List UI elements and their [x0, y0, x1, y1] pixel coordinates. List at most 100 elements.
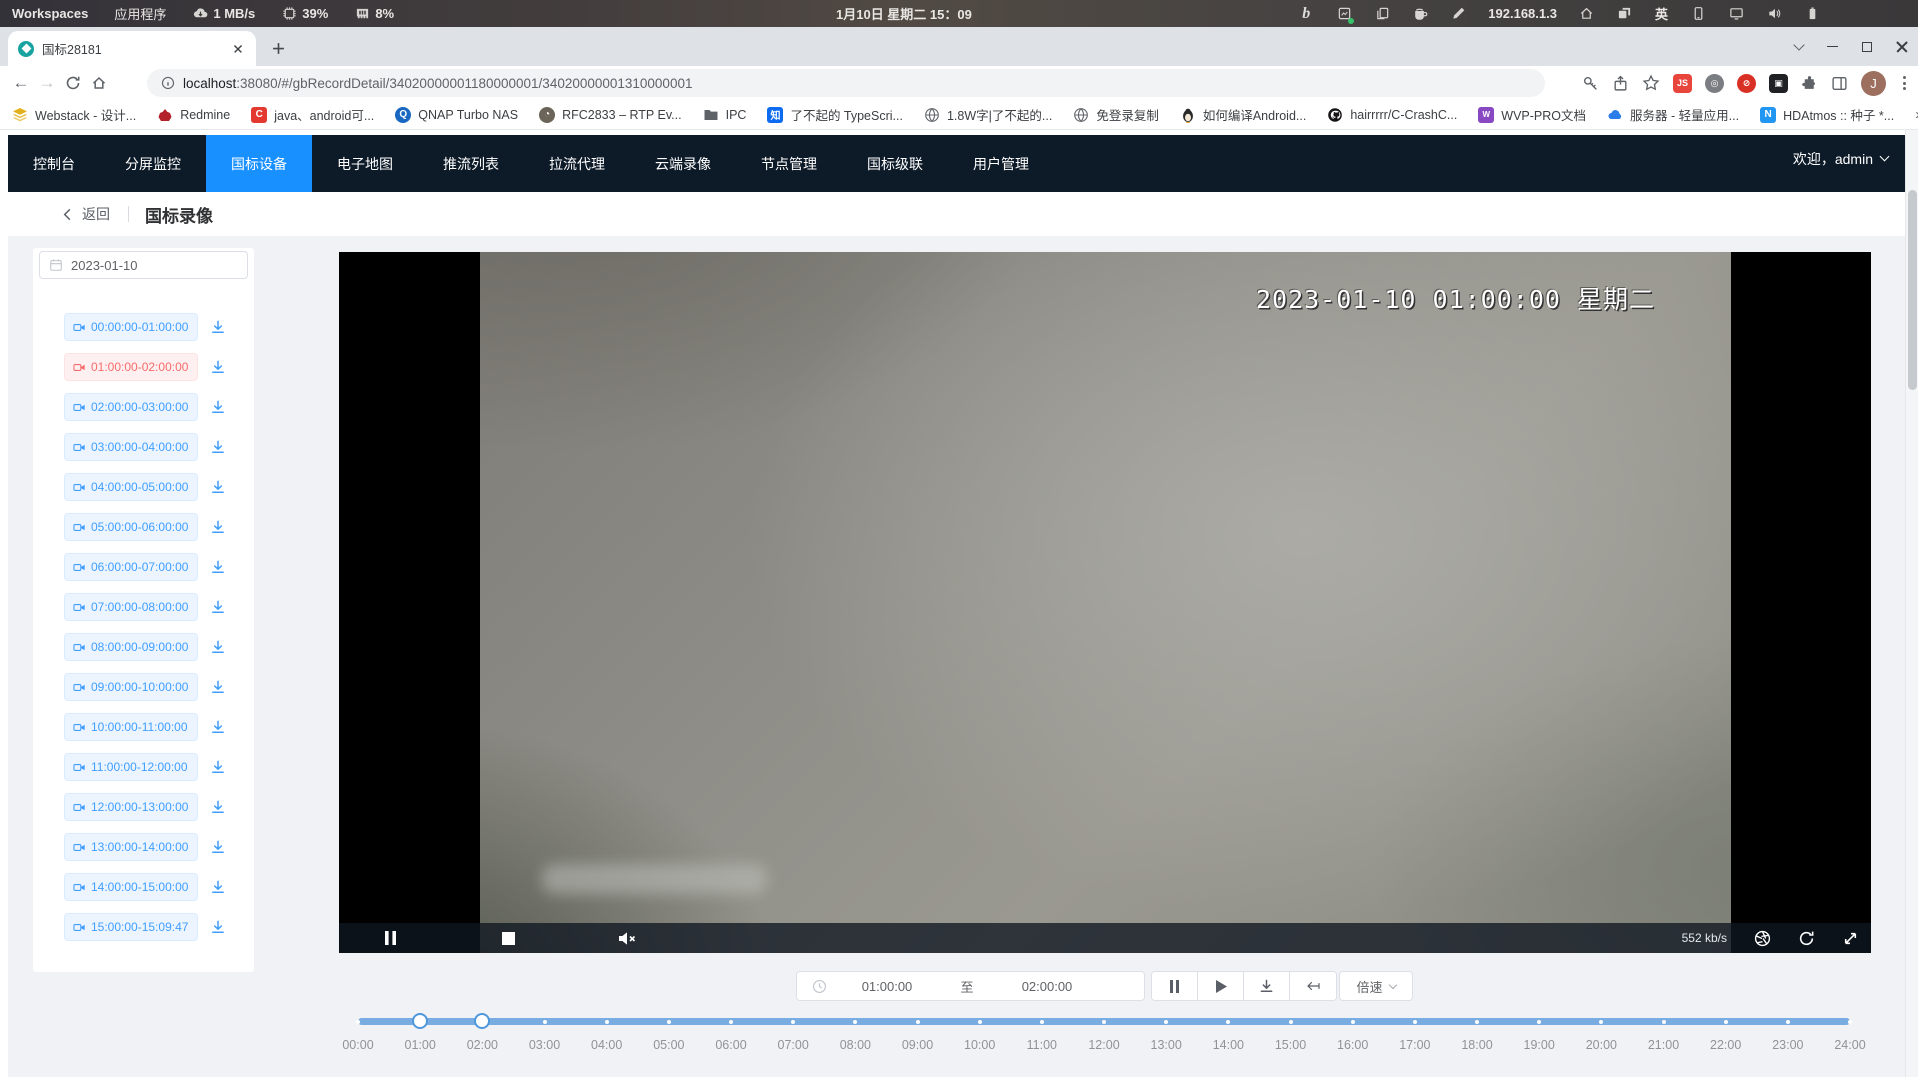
scrollbar-thumb[interactable] [1908, 190, 1917, 390]
bookmark-item[interactable]: WWVP-PRO文档 [1478, 105, 1586, 124]
bookmark-item[interactable]: 如何编译Android... [1180, 105, 1307, 124]
tab-close-icon[interactable] [230, 41, 246, 57]
end-time-value[interactable]: 02:00:00 [987, 979, 1107, 994]
record-download-button[interactable] [209, 798, 227, 816]
bookmark-item[interactable]: 免登录复制 [1073, 105, 1159, 124]
record-download-button[interactable] [209, 598, 227, 616]
record-item[interactable]: 14:00:00-15:00:00 [64, 873, 198, 901]
record-item[interactable]: 00:00:00-01:00:00 [64, 313, 198, 341]
tray-volume-icon[interactable] [1766, 6, 1782, 22]
bookmark-item[interactable]: 服务器 - 轻量应用... [1607, 105, 1739, 124]
extensions-puzzle-icon[interactable] [1801, 75, 1818, 92]
extension-red-icon[interactable]: ⊘ [1737, 74, 1756, 93]
record-item[interactable]: 15:00:00-15:09:47 [64, 913, 198, 941]
nav-tab-6[interactable]: 云端录像 [630, 135, 736, 192]
nav-tab-3[interactable]: 电子地图 [312, 135, 418, 192]
record-download-button[interactable] [209, 398, 227, 416]
window-minimize-button[interactable] [1827, 46, 1838, 47]
nav-tab-7[interactable]: 节点管理 [736, 135, 842, 192]
memory-usage-indicator[interactable]: 8% [354, 6, 394, 22]
nav-tab-4[interactable]: 推流列表 [418, 135, 524, 192]
player-pause-button[interactable] [384, 931, 397, 945]
record-item[interactable]: 03:00:00-04:00:00 [64, 433, 198, 461]
extension-js-icon[interactable]: JS [1673, 74, 1692, 93]
seek-back-button[interactable] [1290, 972, 1336, 1000]
nav-tab-1[interactable]: 分屏监控 [100, 135, 206, 192]
record-download-button[interactable] [209, 478, 227, 496]
record-item[interactable]: 11:00:00-12:00:00 [64, 753, 198, 781]
extension-dark-icon[interactable]: ▣ [1769, 74, 1788, 93]
player-stop-button[interactable] [502, 932, 515, 945]
tab-search-chevron-icon[interactable] [1793, 39, 1804, 50]
browser-menu-button[interactable] [1899, 76, 1910, 90]
record-item[interactable]: 06:00:00-07:00:00 [64, 553, 198, 581]
bookmark-item[interactable]: QQNAP Turbo NAS [395, 107, 518, 123]
record-item[interactable]: 04:00:00-05:00:00 [64, 473, 198, 501]
record-item[interactable]: 12:00:00-13:00:00 [64, 793, 198, 821]
tray-phone-icon[interactable] [1690, 6, 1706, 22]
pause-playback-button[interactable] [1152, 972, 1198, 1000]
record-download-button[interactable] [209, 678, 227, 696]
bookmark-item[interactable]: Redmine [157, 107, 230, 123]
playback-speed-dropdown[interactable]: 倍速 [1339, 971, 1413, 1001]
site-info-icon[interactable] [161, 76, 175, 90]
tray-coffee-icon[interactable] [1412, 6, 1428, 22]
date-picker[interactable]: 2023-01-10 [39, 251, 248, 279]
fullscreen-button[interactable] [1842, 930, 1859, 947]
nav-tab-8[interactable]: 国标级联 [842, 135, 948, 192]
network-speed-indicator[interactable]: 1 MB/s [192, 6, 255, 22]
record-download-button[interactable] [209, 758, 227, 776]
split-window-icon[interactable] [1831, 75, 1848, 92]
record-download-button[interactable] [209, 318, 227, 336]
url-bar[interactable]: localhost:38080/#/gbRecordDetail/3402000… [147, 69, 1545, 97]
profile-avatar[interactable]: J [1861, 71, 1886, 96]
bookmark-item[interactable]: 1.8W字|了不起的... [924, 105, 1052, 124]
extension-grey-icon[interactable]: ◎ [1705, 74, 1724, 93]
bookmark-item[interactable]: Webstack - 设计... [12, 105, 136, 124]
tray-clipboard-icon[interactable] [1374, 6, 1390, 22]
timeline-slider[interactable]: 00:0001:0002:0003:0004:0005:0006:0007:00… [358, 1012, 1850, 1064]
tray-ip-address[interactable]: 192.168.1.3 [1488, 6, 1557, 21]
bookmark-item[interactable]: NHDAtmos :: 种子 *... [1760, 105, 1894, 124]
video-player[interactable]: 2023-01-10 01:00:00 星期二 552 kb/s [339, 252, 1871, 953]
browser-tab[interactable]: 国标28181 [8, 31, 256, 66]
timeline-handle-start[interactable] [412, 1013, 428, 1029]
clock[interactable]: 1月10日 星期二 15：09 [836, 0, 972, 27]
bookmark-item[interactable]: IPC [703, 107, 747, 123]
record-item-selected[interactable]: 01:00:00-02:00:00 [64, 353, 198, 381]
bookmark-item[interactable]: 知了不起的 TypeScri... [767, 105, 903, 124]
forward-button[interactable]: → [34, 70, 60, 96]
bookmark-item[interactable]: hairrrrr/C-CrashC... [1327, 107, 1457, 123]
record-download-button[interactable] [209, 638, 227, 656]
new-tab-button[interactable] [266, 36, 290, 60]
tray-pen-icon[interactable] [1450, 6, 1466, 22]
record-download-button[interactable] [209, 558, 227, 576]
record-item[interactable]: 07:00:00-08:00:00 [64, 593, 198, 621]
workspaces-button[interactable]: Workspaces [12, 6, 88, 21]
record-item[interactable]: 13:00:00-14:00:00 [64, 833, 198, 861]
tray-windows-icon[interactable] [1617, 6, 1633, 22]
record-download-button[interactable] [209, 518, 227, 536]
record-download-button[interactable] [209, 918, 227, 936]
home-button[interactable] [86, 70, 112, 96]
tray-battery-icon[interactable] [1804, 6, 1820, 22]
cpu-usage-indicator[interactable]: 39% [281, 6, 328, 22]
password-key-icon[interactable] [1582, 75, 1599, 92]
back-link[interactable]: 返回 [60, 204, 110, 224]
player-mute-button[interactable] [618, 931, 637, 946]
record-download-button[interactable] [209, 718, 227, 736]
nav-tab-5[interactable]: 拉流代理 [524, 135, 630, 192]
snapshot-button[interactable] [1754, 930, 1771, 947]
tray-b-app-icon[interactable]: b [1298, 6, 1314, 22]
bookmark-star-icon[interactable] [1642, 74, 1660, 92]
record-download-button[interactable] [209, 438, 227, 456]
record-item[interactable]: 02:00:00-03:00:00 [64, 393, 198, 421]
back-button[interactable]: ← [8, 70, 34, 96]
applications-menu[interactable]: 应用程序 [114, 4, 166, 23]
record-item[interactable]: 10:00:00-11:00:00 [64, 713, 198, 741]
page-scrollbar[interactable] [1905, 130, 1918, 1077]
window-maximize-button[interactable] [1862, 42, 1872, 52]
start-time-value[interactable]: 01:00:00 [827, 979, 947, 994]
share-icon[interactable] [1612, 75, 1629, 92]
input-language-indicator[interactable]: 英 [1655, 4, 1668, 23]
